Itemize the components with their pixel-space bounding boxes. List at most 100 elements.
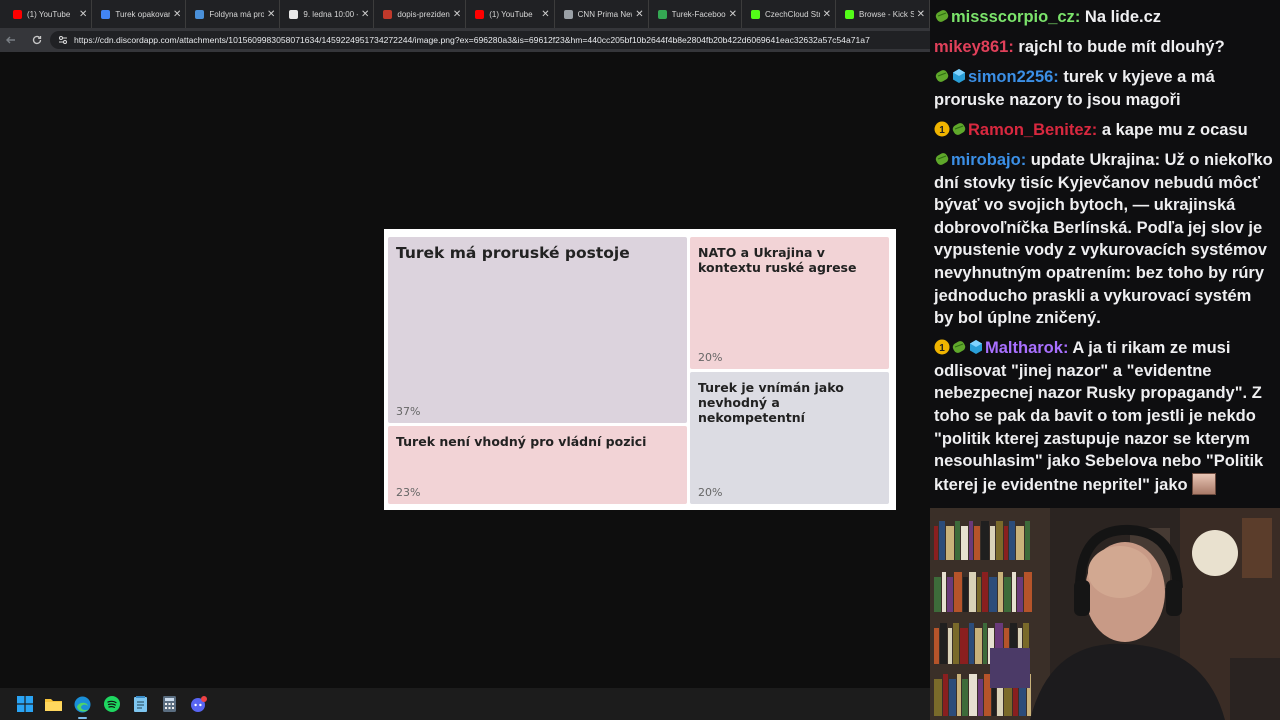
- chat-separator: :: [1062, 339, 1073, 358]
- browser-tab[interactable]: dopis-preziden ✕: [374, 0, 467, 28]
- chat-separator: :: [1074, 8, 1085, 26]
- tab-label: Turek opakovan: [115, 9, 170, 19]
- spotify-icon[interactable]: [97, 688, 126, 720]
- windows-start-icon[interactable]: [10, 688, 39, 720]
- chat-username[interactable]: mirobajo: [951, 151, 1021, 169]
- book-spine: [969, 674, 977, 716]
- close-icon[interactable]: ✕: [917, 9, 925, 20]
- green-badge-icon: [952, 341, 966, 354]
- chat-username[interactable]: mikey861: [934, 38, 1008, 56]
- chat-username[interactable]: simon2256: [968, 68, 1053, 86]
- youtube-icon: [13, 9, 22, 19]
- browser-window: (1) YouTube ✕ Turek opakovan ✕ Foldyna má pr…: [0, 0, 930, 688]
- close-icon[interactable]: ✕: [635, 9, 643, 20]
- close-icon[interactable]: ✕: [453, 9, 461, 20]
- book-spine: [954, 572, 962, 612]
- book-spine: [1012, 572, 1016, 612]
- chat-username[interactable]: Maltharok: [985, 339, 1063, 357]
- face-emote: [1192, 472, 1217, 495]
- chat-message: missscorpio_cz: Na lide.cz: [934, 6, 1274, 29]
- chat-username[interactable]: Ramon_Benitez: [968, 121, 1092, 139]
- browser-tab[interactable]: (1) YouTube ✕: [466, 0, 555, 28]
- close-icon[interactable]: ✕: [361, 9, 369, 20]
- close-icon[interactable]: ✕: [729, 9, 737, 20]
- svg-text:1: 1: [939, 343, 945, 354]
- back-icon[interactable]: [0, 29, 22, 51]
- chat-text: rajchl to bude mít dlouhý?: [1018, 38, 1225, 57]
- treemap-cell-title: NATO a Ukrajina v kontextu ruské agrese: [698, 245, 857, 275]
- treemap-cell: Turek je vnímán jako nevhodný a nekompet…: [690, 372, 889, 504]
- book-spine: [940, 623, 947, 664]
- close-icon[interactable]: ✕: [267, 9, 275, 20]
- discord-icon[interactable]: [184, 688, 213, 720]
- book-spine: [957, 674, 961, 716]
- book-spine: [981, 521, 989, 560]
- book-spine: [996, 521, 1003, 560]
- address-bar[interactable]: https://cdn.discordapp.com/attachments/1…: [50, 31, 930, 49]
- notepad-icon[interactable]: [126, 688, 155, 720]
- kick-icon: [751, 9, 760, 19]
- tab-label: CNN Prima New: [577, 9, 633, 19]
- gold-badge-icon: 1: [934, 121, 950, 137]
- reload-icon[interactable]: [26, 29, 48, 51]
- close-icon[interactable]: ✕: [173, 9, 181, 20]
- book-spine: [943, 674, 948, 716]
- site-info-icon[interactable]: [58, 35, 68, 45]
- chat-message: 1 Maltharok: A ja ti rikam ze musi odliso…: [934, 337, 1274, 496]
- tab-label: dopis-preziden: [397, 9, 450, 19]
- book-spine: [1024, 572, 1032, 612]
- tab-label: Turek-Faceboo: [671, 9, 726, 19]
- browser-tab[interactable]: CNN Prima New ✕: [555, 0, 649, 28]
- close-icon[interactable]: ✕: [541, 9, 549, 20]
- tab-label: Browse - Kick S: [859, 9, 914, 19]
- browser-tab[interactable]: Turek opakovan ✕: [92, 0, 187, 28]
- chat-text: Na lide.cz: [1084, 8, 1162, 26]
- browser-tab[interactable]: Foldyna má pro ✕: [186, 0, 281, 28]
- browser-toolbar: https://cdn.discordapp.com/attachments/1…: [0, 28, 930, 52]
- treemap-cell-title: Turek je vnímán jako nevhodný a nekompet…: [698, 380, 844, 425]
- browser-tab[interactable]: Turek-Faceboo ✕: [649, 0, 742, 28]
- url-text: https://cdn.discordapp.com/attachments/1…: [74, 35, 870, 45]
- green-badge-icon: [952, 123, 966, 135]
- book-spine: [1004, 526, 1008, 560]
- close-icon[interactable]: ✕: [823, 9, 831, 20]
- treemap-image: Turek má proruské postoje 37% NATO a Ukr…: [384, 229, 896, 510]
- browser-tab[interactable]: (1) YouTube ✕: [4, 0, 93, 28]
- book-spine: [953, 623, 959, 664]
- edge-browser-icon[interactable]: [68, 688, 97, 720]
- treemap-cell: NATO a Ukrajina v kontextu ruské agrese …: [690, 237, 889, 369]
- book-spine: [969, 521, 973, 560]
- book-spine: [947, 577, 953, 612]
- book-spine: [982, 572, 988, 612]
- book-spine: [1009, 521, 1015, 560]
- chat-separator: :: [1008, 38, 1019, 57]
- treemap-cell-percent: 20%: [698, 351, 723, 364]
- file-explorer-icon[interactable]: [39, 688, 68, 720]
- book-spine: [934, 526, 938, 560]
- page-icon: [101, 9, 111, 19]
- book-spine: [946, 526, 954, 560]
- tab-label: 9. ledna 10:00 -: [303, 9, 358, 19]
- close-icon[interactable]: ✕: [79, 9, 87, 20]
- chat-separator: :: [1091, 120, 1102, 139]
- tab-label: (1) YouTube: [489, 9, 533, 19]
- treemap-cell-title: Turek má proruské postoje: [396, 244, 630, 262]
- chat-message: mikey861: rajchl to bude mít dlouhý?: [934, 36, 1274, 59]
- green-badge-icon: [935, 153, 949, 165]
- browser-tab[interactable]: CzechCloud Str ✕: [742, 0, 836, 28]
- kick-icon: [845, 9, 854, 19]
- book-spine: [934, 679, 942, 716]
- page-icon: [289, 9, 299, 19]
- book-spine: [978, 679, 983, 716]
- page-icon: [195, 9, 205, 19]
- book-spine: [983, 623, 987, 664]
- browser-tab[interactable]: Browse - Kick S ✕: [836, 0, 930, 28]
- chat-username[interactable]: missscorpio_cz: [951, 8, 1075, 26]
- tab-label: CzechCloud Str: [765, 9, 820, 19]
- green-badge-icon: [935, 10, 949, 22]
- book-spine: [990, 526, 995, 560]
- book-spine: [948, 628, 952, 664]
- calculator-icon[interactable]: [155, 688, 184, 720]
- browser-tab[interactable]: 9. ledna 10:00 - ✕: [280, 0, 375, 28]
- treemap-cell-title: Turek není vhodný pro vládní pozici: [396, 434, 647, 449]
